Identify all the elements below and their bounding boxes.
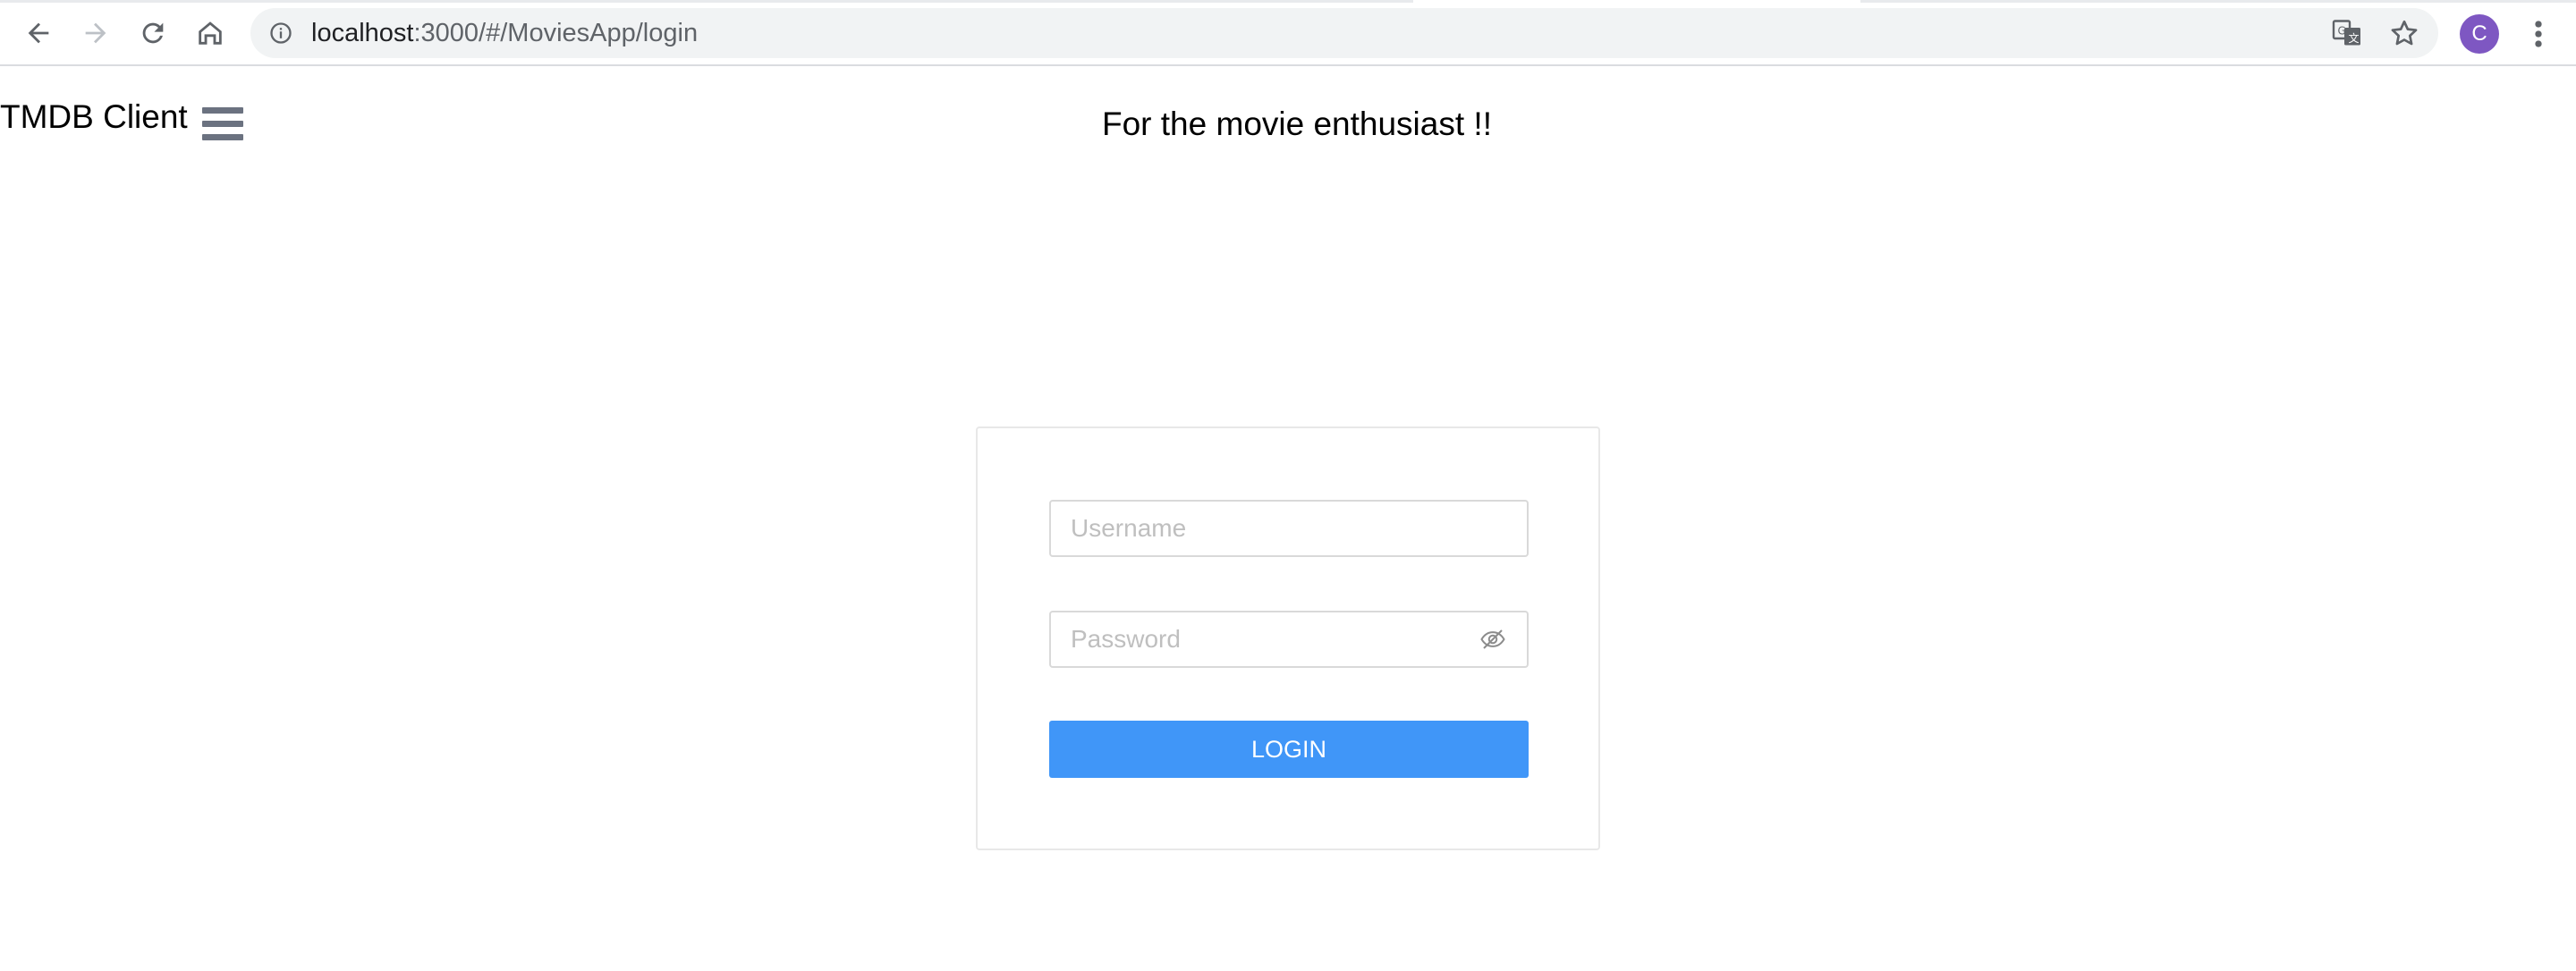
back-button[interactable]	[18, 13, 59, 54]
info-icon[interactable]	[268, 21, 293, 46]
eye-invisible-icon[interactable]	[1479, 626, 1507, 653]
url-path: :3000/#/MoviesApp/login	[413, 19, 699, 47]
url-host: localhost	[311, 19, 414, 47]
profile-avatar[interactable]: C	[2460, 14, 2499, 54]
forward-icon	[85, 22, 106, 44]
home-icon	[199, 21, 222, 45]
url-text[interactable]: localhost:3000/#/MoviesApp/login	[311, 8, 698, 58]
reload-button[interactable]	[132, 13, 174, 54]
app-tagline: For the movie enthusiast !!	[1102, 106, 1492, 142]
hamburger-bar	[202, 121, 243, 127]
svg-text:G: G	[2338, 25, 2346, 38]
hamburger-bar	[202, 134, 243, 140]
back-icon	[28, 22, 49, 44]
translate-icon[interactable]: G文	[2331, 17, 2363, 49]
hamburger-bar	[202, 107, 243, 114]
menu-dots-icon[interactable]	[2522, 14, 2555, 54]
username-input[interactable]	[1071, 502, 1464, 555]
tab-strip-edge	[0, 0, 1413, 3]
star-icon[interactable]	[2388, 17, 2420, 49]
login-card: LOGIN	[976, 426, 1600, 850]
login-button[interactable]: LOGIN	[1049, 721, 1529, 778]
username-field[interactable]	[1049, 500, 1529, 557]
svg-text:文: 文	[2349, 31, 2360, 45]
tab-strip-edge	[1860, 0, 2576, 3]
password-field[interactable]	[1049, 611, 1529, 668]
app-title: TMDB Client	[0, 98, 188, 135]
forward-button[interactable]	[75, 13, 116, 54]
home-button[interactable]	[190, 13, 231, 54]
browser-toolbar: localhost:3000/#/MoviesApp/login G文 C	[0, 0, 2576, 66]
reload-icon	[142, 22, 164, 44]
password-input[interactable]	[1071, 612, 1464, 666]
hamburger-menu-icon[interactable]	[202, 107, 243, 147]
address-bar[interactable]: localhost:3000/#/MoviesApp/login G文	[250, 8, 2438, 58]
